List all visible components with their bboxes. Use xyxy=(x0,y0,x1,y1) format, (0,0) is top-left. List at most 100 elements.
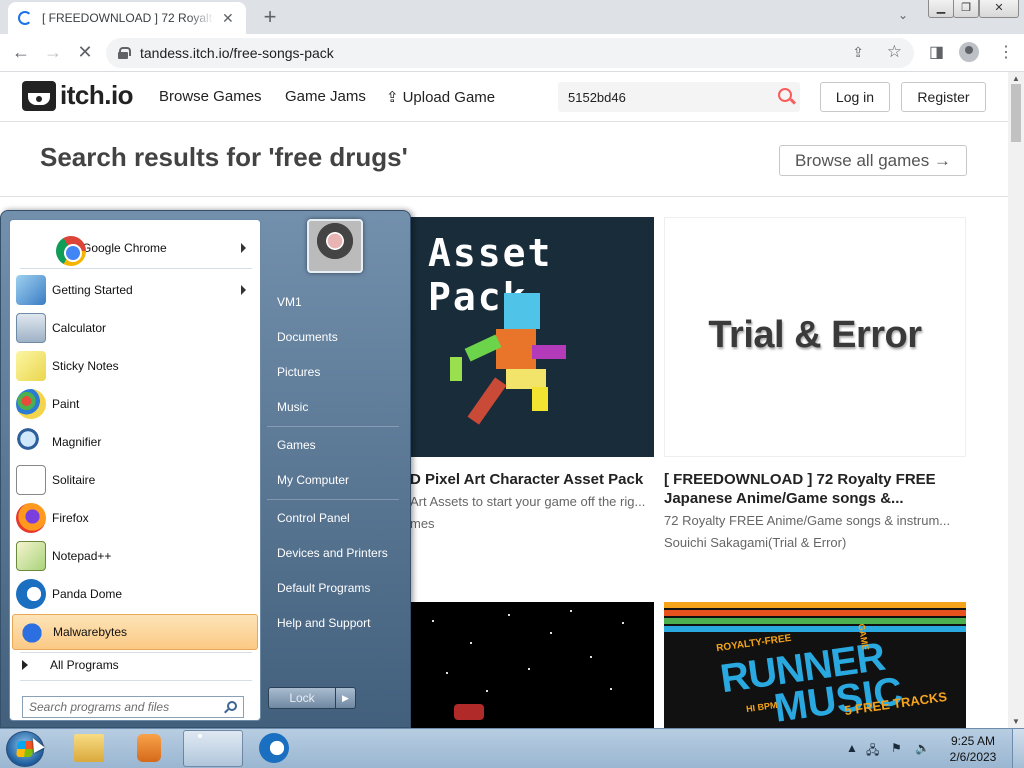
search-icon[interactable] xyxy=(227,701,237,711)
submenu-arrow-icon[interactable] xyxy=(241,243,246,253)
start-right-devices-printers[interactable]: Devices and Printers xyxy=(267,538,403,568)
site-search-input[interactable]: 5152bd46 xyxy=(558,82,800,112)
volume-icon[interactable]: 🔈 xyxy=(915,741,930,755)
logo-text: itch.io xyxy=(60,80,134,110)
profile-avatar-icon[interactable] xyxy=(959,42,979,62)
game-thumbnail-asset-pack[interactable]: Asset Pack xyxy=(410,217,654,457)
lock-icon[interactable] xyxy=(118,47,131,59)
panda-dome-icon xyxy=(16,579,46,609)
start-search-placeholder[interactable]: Search programs and files xyxy=(29,700,169,714)
start-right-pictures[interactable]: Pictures xyxy=(267,357,403,387)
start-item-calculator[interactable]: Calculator xyxy=(12,310,258,346)
start-item-notepadpp[interactable]: Notepad++ xyxy=(12,538,258,574)
shutdown-options-arrow-icon[interactable]: ▶ xyxy=(336,687,356,709)
lock-button[interactable]: Lock xyxy=(268,687,336,709)
window-restore-button[interactable]: ❐ xyxy=(953,0,979,18)
start-item-label: Firefox xyxy=(52,511,89,525)
start-item-sticky-notes[interactable]: Sticky Notes xyxy=(12,348,258,384)
system-clock[interactable]: 9:25 AM 2/6/2023 xyxy=(942,733,1004,765)
start-item-label: Google Chrome xyxy=(82,241,167,255)
nav-upload-game[interactable]: ⇪ Upload Game xyxy=(386,88,495,106)
thumbnail-banner-text: Asset Pack xyxy=(428,231,553,319)
game-thumbnail-trial-error[interactable]: Trial & Error xyxy=(664,217,966,457)
separator xyxy=(20,268,252,269)
menu-kebab-icon[interactable]: ⋮ xyxy=(998,42,1014,62)
tray-overflow-arrow[interactable]: ▲ xyxy=(846,741,858,755)
login-button[interactable]: Log in xyxy=(820,82,890,112)
stripe xyxy=(664,610,966,616)
game-thumbnail-runner-music[interactable]: ROYALTY-FREE RUNNER GAME MUSIC HI BPM 5 … xyxy=(664,602,966,728)
start-menu: Google Chrome Getting Started Calculator… xyxy=(0,210,411,728)
window-minimize-button[interactable]: ▁ xyxy=(928,0,954,18)
start-item-solitaire[interactable]: Solitaire xyxy=(12,462,258,498)
submenu-arrow-icon[interactable] xyxy=(241,285,246,295)
start-right-games[interactable]: Games xyxy=(267,430,403,460)
tab-search-chevron-icon[interactable]: ⌄ xyxy=(898,8,908,22)
nav-browse-games[interactable]: Browse Games xyxy=(159,88,262,105)
scroll-up-icon[interactable]: ▲ xyxy=(1012,74,1020,83)
start-right-default-programs[interactable]: Default Programs xyxy=(267,573,403,603)
taskbar-explorer[interactable] xyxy=(60,730,120,767)
nav-game-jams[interactable]: Game Jams xyxy=(285,88,366,105)
clock-time: 9:25 AM xyxy=(950,734,996,748)
all-programs-button[interactable]: All Programs xyxy=(22,658,119,672)
page-scrollbar[interactable]: ▲ ▼ xyxy=(1008,72,1024,728)
thumbnail-text: HI BPM xyxy=(745,699,779,715)
start-right-music[interactable]: Music xyxy=(267,392,403,422)
start-item-google-chrome[interactable]: Google Chrome xyxy=(12,230,258,266)
start-search-input[interactable]: Search programs and files xyxy=(22,696,244,718)
tab-active[interactable]: [ FREEDOWNLOAD ] 72 Royalty F ✕ xyxy=(8,2,246,34)
start-right-vm1[interactable]: VM1 xyxy=(267,287,403,317)
url-text[interactable]: tandess.itch.io/free-songs-pack xyxy=(140,45,334,61)
page-title: Search results for 'free drugs' xyxy=(40,142,408,172)
start-item-getting-started[interactable]: Getting Started xyxy=(12,272,258,308)
star-dot xyxy=(622,622,624,624)
window-close-button[interactable]: ✕ xyxy=(979,0,1019,18)
forward-arrow-icon[interactable]: → xyxy=(42,42,64,63)
scrollbar-thumb[interactable] xyxy=(1011,84,1021,142)
show-desktop-button[interactable] xyxy=(1012,729,1024,768)
start-right-control-panel[interactable]: Control Panel xyxy=(267,503,403,533)
search-value[interactable]: 5152bd46 xyxy=(568,90,626,105)
game-title[interactable]: D Pixel Art Character Asset Pack xyxy=(410,470,654,489)
start-right-my-computer[interactable]: My Computer xyxy=(267,465,403,495)
stripe xyxy=(664,602,966,608)
start-right-documents[interactable]: Documents xyxy=(267,322,403,352)
side-panel-icon[interactable]: ◨ xyxy=(929,42,944,62)
start-item-paint[interactable]: Paint xyxy=(12,386,258,422)
start-item-malwarebytes[interactable]: Malwarebytes xyxy=(12,614,258,650)
taskbar-media-player[interactable] xyxy=(120,730,180,767)
new-tab-button[interactable]: + xyxy=(258,4,282,30)
start-item-panda-dome[interactable]: Panda Dome xyxy=(12,576,258,612)
game-author[interactable]: Souichi Sakagami(Trial & Error) xyxy=(664,535,846,550)
separator xyxy=(20,652,252,653)
itchio-logo[interactable]: itch.io xyxy=(22,80,134,111)
start-item-firefox[interactable]: Firefox xyxy=(12,500,258,536)
start-right-help-support[interactable]: Help and Support xyxy=(267,608,403,638)
taskbar-panda-dome[interactable] xyxy=(244,730,304,767)
network-icon[interactable]: 🖧 xyxy=(866,741,879,762)
taskbar-chrome[interactable] xyxy=(183,730,243,767)
back-arrow-icon[interactable]: ← xyxy=(10,42,32,63)
game-thumbnail-night-sky[interactable] xyxy=(410,602,654,728)
search-icon[interactable] xyxy=(778,88,792,102)
bookmark-star-icon[interactable]: ☆ xyxy=(887,42,902,62)
stop-loading-icon[interactable]: ✕ xyxy=(74,42,96,63)
register-button[interactable]: Register xyxy=(901,82,986,112)
stripe xyxy=(664,626,966,632)
start-menu-programs-pane: Google Chrome Getting Started Calculator… xyxy=(9,219,261,721)
user-picture[interactable] xyxy=(307,219,363,273)
start-item-magnifier[interactable]: Magnifier xyxy=(12,424,258,460)
pixel-figure-hand-left xyxy=(450,357,462,381)
start-item-label: Panda Dome xyxy=(52,587,123,601)
pixel-figure-body xyxy=(496,329,536,369)
game-title[interactable]: [ FREEDOWNLOAD ] 72 Royalty FREE Japanes… xyxy=(664,470,966,508)
game-author[interactable]: mes xyxy=(410,516,435,531)
scroll-down-icon[interactable]: ▼ xyxy=(1012,717,1020,726)
address-bar[interactable]: tandess.itch.io/free-songs-pack ⇪ ☆ xyxy=(106,38,914,68)
browse-all-games-button[interactable]: Browse all games → xyxy=(779,145,967,176)
tab-close-icon[interactable]: ✕ xyxy=(222,10,234,27)
action-center-flag-icon[interactable]: ⚑ xyxy=(891,741,902,755)
share-icon[interactable]: ⇪ xyxy=(852,44,864,61)
sticky-notes-icon xyxy=(16,351,46,381)
